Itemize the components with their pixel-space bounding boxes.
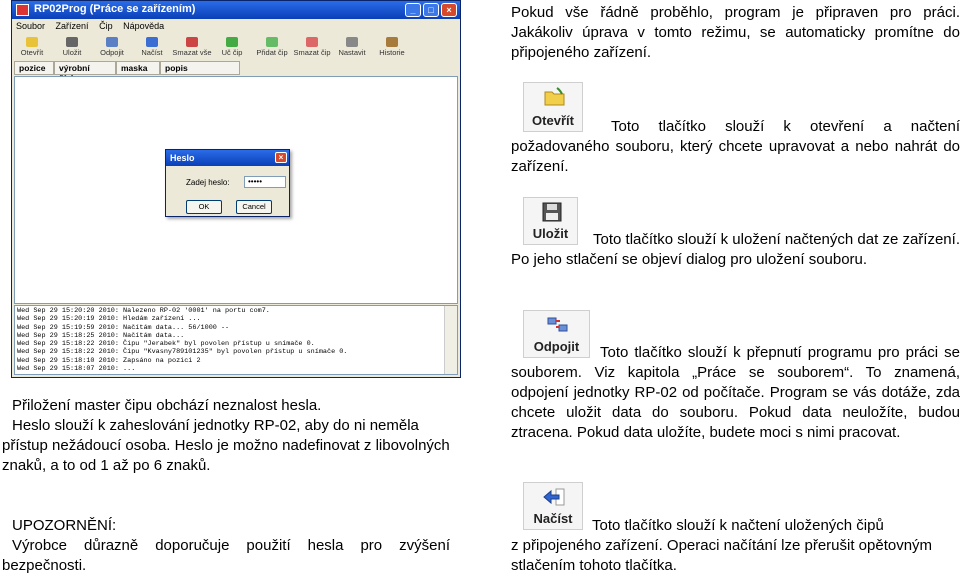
menu-cip[interactable]: Čip [99, 21, 113, 31]
log-line: Wed Sep 29 15:20:20 2010: Nalezeno RP-02… [17, 307, 270, 315]
toolbar-delete-chip-button[interactable]: Smazat čip [292, 35, 332, 59]
toolbar-disconnect-button[interactable]: Odpojit [92, 35, 132, 59]
menu-soubor[interactable]: Soubor [16, 21, 45, 31]
warning-text: Výrobce důrazně doporučuje použití hesla… [2, 537, 450, 574]
window-title: RP02Prog (Práce se zařízením) [34, 3, 196, 15]
wrench-icon [346, 37, 358, 47]
window-titlebar: RP02Prog (Práce se zařízením) _ □ × [12, 1, 460, 19]
floppy-icon [66, 37, 78, 47]
log-line: Wed Sep 29 15:18:25 2010: Načítám data..… [17, 331, 185, 340]
column-popis[interactable]: popis [160, 61, 240, 75]
toolbar-add-chip-button[interactable]: Přidat čip [252, 35, 292, 59]
menu-bar: Soubor Zařízení Čip Nápověda [12, 19, 460, 35]
delete-all-icon [186, 37, 198, 47]
save-description: Toto tlačítko slouží k uložení načtených… [511, 231, 960, 268]
dialog-title: Heslo [170, 153, 195, 163]
ok-button[interactable]: OK [186, 200, 222, 214]
add-chip-icon [266, 37, 278, 47]
dialog-titlebar: Heslo × [166, 150, 289, 166]
disconnect-icon [547, 317, 568, 332]
log-line: Wed Sep 29 15:20:19 2010: Hledám zařízen… [17, 315, 201, 324]
menu-zarizeni[interactable]: Zařízení [56, 21, 89, 31]
toolbar-delete-all-button[interactable]: Smazat vše [172, 35, 212, 59]
delete-chip-icon [306, 37, 318, 47]
minimize-icon[interactable]: _ [405, 3, 421, 17]
log-line: Wed Sep 29 15:19:59 2010: Načítám data..… [17, 323, 230, 332]
log-scrollbar[interactable] [444, 306, 457, 374]
open-description: Toto tlačítko slouží k otevření a načten… [511, 118, 960, 175]
log-line: Wed Sep 29 15:18:07 2010: ... [17, 365, 136, 374]
disconnect-icon [106, 37, 118, 47]
load-button-label: Načíst [533, 511, 573, 526]
toolbar-load-button[interactable]: Načíst [132, 35, 172, 59]
toolbar-history-button[interactable]: Historie [372, 35, 412, 59]
disconnect-description: Toto tlačítko slouží k přepnutí programu… [511, 344, 960, 441]
chip-icon [226, 37, 238, 47]
dialog-close-icon[interactable]: × [275, 152, 287, 163]
column-vyrobni-cislo[interactable]: výrobní číslo [54, 61, 116, 83]
load-description-rest: z připojeného zařízení. Operaci načítání… [511, 537, 933, 574]
toolbar-save-button[interactable]: Uložit [52, 35, 92, 59]
toolbar-learn-chip-button[interactable]: Uč čip [212, 35, 252, 59]
close-icon[interactable]: × [441, 3, 457, 17]
password-label: Zadej heslo: [186, 178, 230, 187]
folder-icon [26, 37, 38, 47]
intro-text: Pokud vše řádně proběhlo, program je při… [511, 4, 960, 61]
column-maska[interactable]: maska [116, 61, 160, 75]
log-line: Wed Sep 29 15:18:10 2010: Zapsáno na poz… [17, 356, 201, 365]
password-dialog: Heslo × Zadej heslo: ••••• OK Cancel [165, 149, 290, 217]
log-line: Wed Sep 29 15:18:22 2010: Čipu "Kvasny78… [17, 348, 348, 357]
folder-icon [544, 87, 565, 106]
master-chip-text: Přiložení master čipu obchází neznalost … [12, 397, 322, 414]
cancel-button[interactable]: Cancel [236, 200, 272, 214]
load-description-line1: Toto tlačítko slouží k načtení uložených… [592, 517, 884, 534]
password-description: Heslo slouží k zaheslování jednotky RP-0… [2, 417, 450, 474]
app-icon [16, 4, 29, 16]
arrow-left-icon [543, 488, 565, 506]
master-chip-note: Přiložení master čipu obchází neznalost … [12, 396, 452, 416]
toolbar-open-button[interactable]: Otevřít [12, 35, 52, 59]
book-icon [386, 37, 398, 47]
toolbar: Otevřít Uložit Odpojit Načíst Smazat vše… [12, 35, 460, 59]
table-header: pozice výrobní číslo maska popis [14, 61, 240, 83]
warning-title: UPOZORNĚNÍ: [12, 517, 117, 534]
column-pozice[interactable]: pozice [14, 61, 54, 75]
toolbar-settings-button[interactable]: Nastavit [332, 35, 372, 59]
floppy-icon [542, 202, 562, 222]
password-input[interactable]: ••••• [244, 176, 286, 188]
log-panel: Wed Sep 29 15:20:20 2010: Nalezeno RP-02… [14, 305, 458, 375]
maximize-icon[interactable]: □ [423, 3, 439, 17]
load-button-image: Načíst [523, 482, 583, 530]
arrow-left-icon [146, 37, 158, 47]
menu-napoveda[interactable]: Nápověda [123, 21, 164, 31]
